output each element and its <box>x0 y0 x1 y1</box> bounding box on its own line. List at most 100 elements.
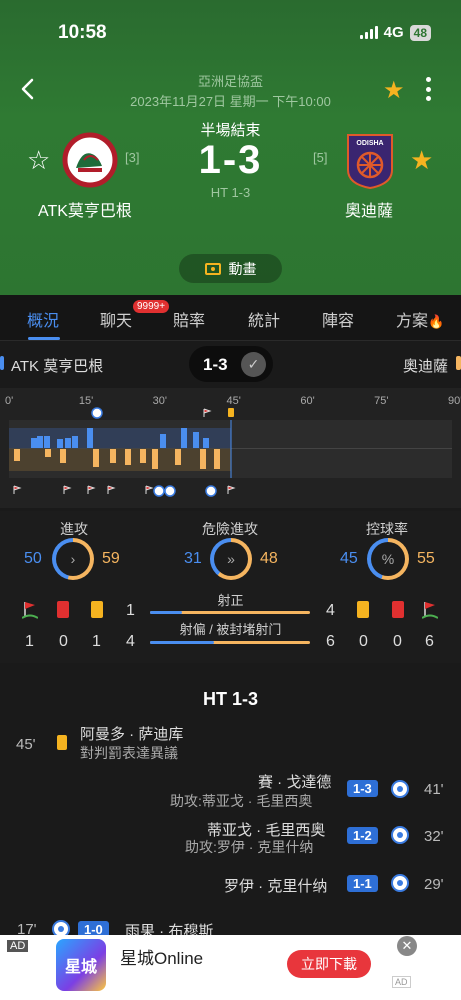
event-score: 1-3 <box>347 780 378 797</box>
corner-flag-icon <box>145 485 154 494</box>
away-logo-text: ODISHA <box>356 140 383 147</box>
tab-chat[interactable]: 聊天 <box>100 307 132 331</box>
tab-odds[interactable]: 賠率 <box>173 307 205 331</box>
event-player[interactable]: 賽 · 戈達德 <box>258 771 331 792</box>
corner-flag-icon <box>13 485 22 494</box>
possession-ring: % <box>367 538 409 580</box>
events-section-title: HT 1-3 <box>202 689 258 709</box>
away-pressure-bar <box>93 449 99 467</box>
goal-ball-icon <box>391 826 409 844</box>
goal-ball-icon <box>153 485 165 497</box>
attack-ring: › <box>52 538 94 580</box>
home-pressure-bar <box>31 438 37 448</box>
check-icon[interactable]: ✓ <box>241 352 266 377</box>
away-pressure-bar <box>200 449 206 469</box>
timeline-chart: 0' 15' 30' 45' 60' 75' 90' <box>5 395 461 497</box>
timeline-tick-label: 90' <box>448 395 461 407</box>
teambar-home-name: ATK 莫亨巴根 <box>11 358 104 375</box>
timeline-tick-label: 30' <box>153 395 167 407</box>
attack-away: 59 <box>102 550 120 567</box>
attack-label: 進攻 <box>60 521 88 537</box>
event-player[interactable]: 阿曼多 · 萨迪库 <box>80 723 183 744</box>
yellow-card-icon <box>57 735 67 750</box>
bottom-events <box>13 485 236 497</box>
yellow-card-icon <box>228 408 234 417</box>
tab-bar: 概況 聊天 賠率 統計 陣容 方案🔥 <box>0 295 461 341</box>
timeline-tick-label: 15' <box>79 395 93 407</box>
home-team-name[interactable]: ATK莫亨巴根 <box>38 197 132 221</box>
home-pressure-bar <box>160 434 166 448</box>
home-pressure-bar <box>57 439 63 448</box>
ad-download-button[interactable]: 立即下載 <box>287 950 371 978</box>
ad-close-icon[interactable]: ✕ <box>397 936 417 956</box>
timeline-tick-label: 75' <box>374 395 388 407</box>
home-pressure-bar <box>65 438 71 448</box>
away-pressure-bar <box>175 449 181 465</box>
event-assist: 助攻:蒂亚戈 · 毛里西奥 <box>170 793 313 809</box>
signal-icon <box>359 26 378 39</box>
home-pressure-bar <box>203 438 209 448</box>
home-pressure-bar <box>181 428 187 448</box>
away-pressure-bar <box>60 449 66 463</box>
pitch-icon <box>204 262 221 275</box>
triple-chevron-icon: » <box>214 542 248 576</box>
dangerous-ring: » <box>210 538 252 580</box>
status-indicators: 4G 48 <box>359 24 431 41</box>
shots-on-away: 4 <box>326 602 335 619</box>
chat-badge: 9999+ <box>133 300 170 313</box>
away-pressure-bar <box>140 449 146 463</box>
more-menu-icon[interactable] <box>423 77 433 101</box>
away-team-logo[interactable]: ODISHA <box>345 132 395 190</box>
status-time: 10:58 <box>58 22 107 43</box>
corner-flag-icon <box>203 408 212 417</box>
home-rank: [3] <box>125 150 140 165</box>
ad-mark: AD <box>392 976 411 988</box>
pill-score: 1-3 <box>203 355 228 374</box>
away-pressure-bar <box>110 449 116 463</box>
event-minute: 29' <box>424 876 444 893</box>
goal-ball-icon <box>205 485 217 497</box>
away-pressure-bar <box>45 449 51 457</box>
attack-home: 50 <box>24 550 42 567</box>
goal-ball-icon <box>91 407 103 419</box>
tab-overview[interactable]: 概況 <box>27 307 59 331</box>
possession-away: 55 <box>417 550 435 567</box>
tab-plans-label: 方案 <box>396 313 429 330</box>
tab-lineup[interactable]: 陣容 <box>322 307 354 331</box>
shots-off-home-bar <box>150 641 214 644</box>
battery-icon: 48 <box>409 24 431 41</box>
tab-stats[interactable]: 統計 <box>248 307 280 331</box>
timeline-tick-label: 45' <box>227 395 241 407</box>
close-icon[interactable]: ✕ <box>444 940 456 957</box>
away-pressure-band <box>9 449 231 471</box>
corner-flag-icon <box>87 485 96 494</box>
dangerous-away: 48 <box>260 550 278 567</box>
home-pressure-bar <box>193 432 199 448</box>
tab-plans[interactable]: 方案🔥 <box>396 307 444 331</box>
favorite-star-icon[interactable]: ★ <box>383 76 405 105</box>
animation-button[interactable]: 動畫 <box>179 254 282 283</box>
away-team-name[interactable]: 奧迪薩 <box>345 197 393 221</box>
active-tab-indicator <box>28 337 60 340</box>
away-follow-star-icon[interactable]: ★ <box>410 145 433 176</box>
ad-title[interactable]: 星城Online <box>120 944 203 969</box>
event-score: 1-2 <box>347 827 378 844</box>
network-label: 4G <box>383 24 404 41</box>
dangerous-attack-label: 危險進攻 <box>202 521 258 537</box>
top-events <box>91 407 234 419</box>
away-rank: [5] <box>313 150 328 165</box>
goal-ball-icon <box>391 780 409 798</box>
teambar-away-name: 奧迪薩 <box>402 358 448 375</box>
shots-on-home: 1 <box>126 602 135 619</box>
event-player[interactable]: 罗伊 · 克里什纳 <box>224 875 327 896</box>
home-team-logo[interactable] <box>62 132 118 188</box>
event-note: 對判罰表達異議 <box>80 745 178 761</box>
shots-on-label: 射正 <box>217 593 244 608</box>
home-pressure-bar <box>72 436 78 448</box>
shots-off-away: 6 <box>326 633 335 650</box>
event-minute: 41' <box>424 781 444 798</box>
ad-app-icon[interactable]: 星城 <box>56 939 106 991</box>
home-color-indicator <box>0 356 4 370</box>
dangerous-home: 31 <box>184 550 202 567</box>
home-follow-star-icon[interactable]: ☆ <box>27 145 50 176</box>
